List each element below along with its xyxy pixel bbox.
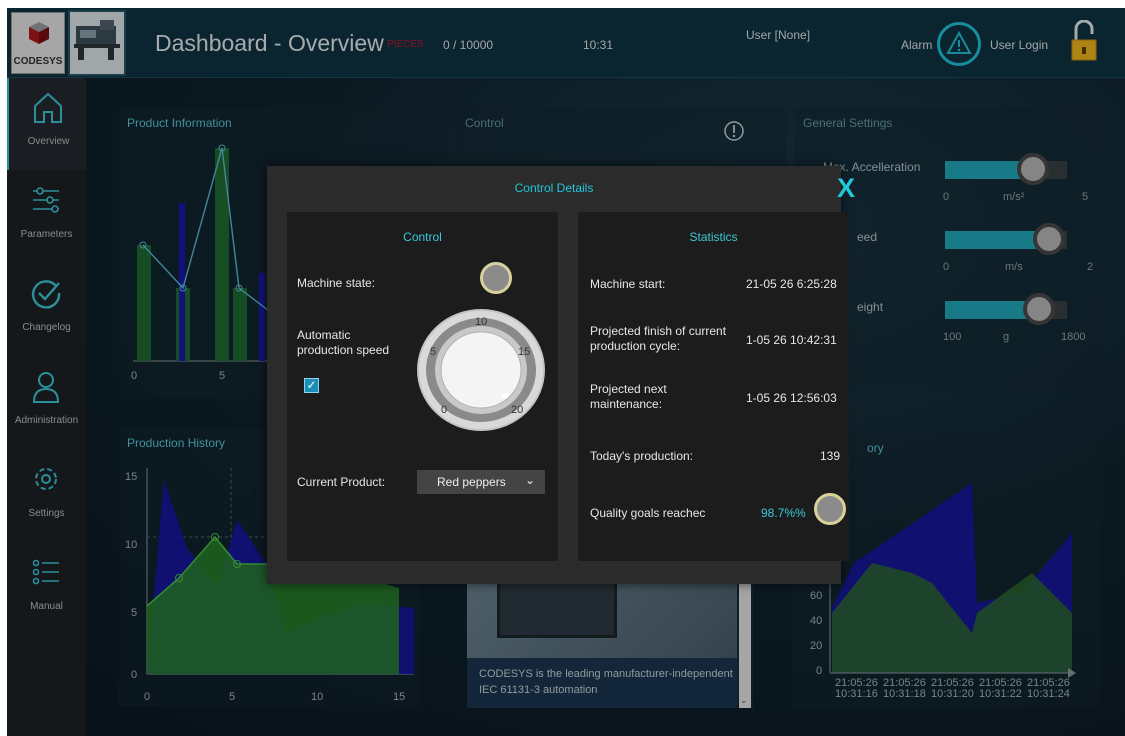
control-details-dialog: Control Details X Control Machine state:…: [267, 166, 855, 584]
chevron-down-icon: ⌄: [524, 473, 535, 487]
knob-tick-label: 10: [475, 316, 487, 328]
stat-value: 1-05 26 10:42:31: [746, 333, 837, 347]
card-title: Statistics: [689, 230, 738, 244]
knob-tick-label: 0: [441, 404, 447, 416]
control-card: Control Machine state: Automatic product…: [287, 212, 558, 561]
auto-speed-label: Automatic production speed: [297, 328, 390, 357]
product-select[interactable]: Red peppers ⌄: [417, 470, 545, 494]
stat-label: Projected finish of current production c…: [590, 324, 727, 353]
quality-label: Quality goals reachec: [590, 506, 706, 520]
knob-tick-label: 15: [518, 346, 530, 358]
knob-tick-label: 5: [430, 346, 436, 358]
hmi-app: CODESYS Dashboard - Overview PIECES 0 / …: [7, 8, 1125, 736]
current-product-label: Current Product:: [297, 475, 386, 489]
dialog-title: Control Details: [514, 181, 594, 195]
close-button[interactable]: X: [837, 173, 855, 203]
quality-indicator: [814, 493, 846, 525]
quality-value: 98.7%%: [761, 506, 806, 520]
stat-label: Machine start:: [590, 277, 666, 291]
stat-label: Today's production:: [590, 449, 694, 463]
auto-speed-checkbox[interactable]: ✓: [304, 378, 319, 393]
stat-value: 1-05 26 12:56:03: [746, 391, 837, 405]
stat-value: 139: [820, 449, 841, 463]
speed-knob[interactable]: 0 5 10 15 20: [417, 309, 545, 431]
card-title: Control: [403, 230, 442, 244]
machine-state-indicator: [480, 262, 512, 294]
stat-label: Projected next maintenance:: [590, 382, 667, 411]
knob-tick-label: 20: [511, 404, 523, 416]
product-select-value: Red peppers: [437, 475, 506, 489]
stat-value: 21-05 26 6:25:28: [746, 277, 837, 291]
machine-state-label: Machine state:: [297, 276, 376, 290]
statistics-card: Statistics Machine start: 21-05 26 6:25:…: [578, 212, 849, 561]
